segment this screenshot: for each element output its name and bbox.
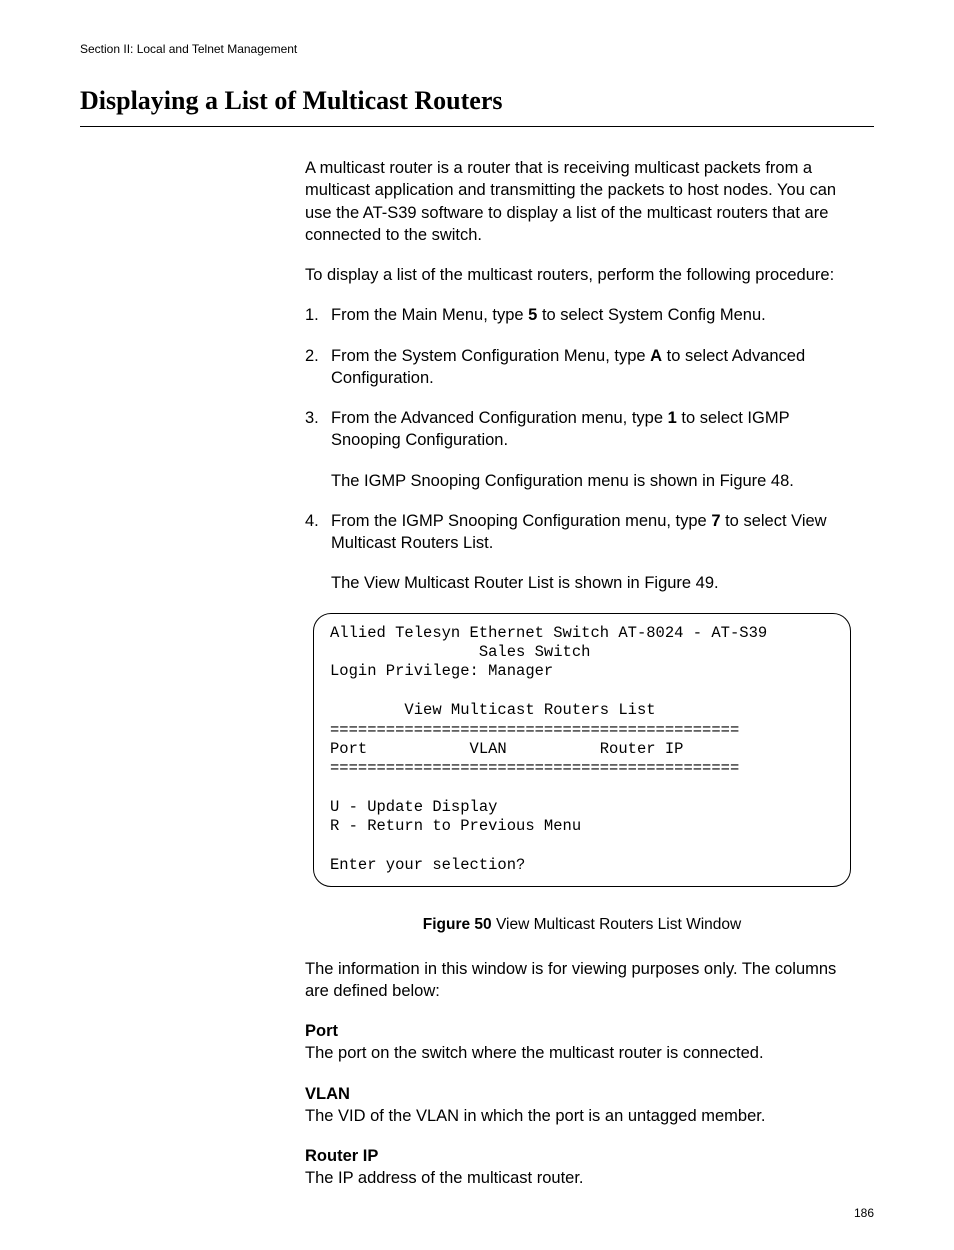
step-3: 3. From the Advanced Configuration menu,…: [305, 407, 859, 492]
title-rule: [80, 126, 874, 127]
main-content: A multicast router is a router that is r…: [305, 157, 859, 1190]
page-title: Displaying a List of Multicast Routers: [80, 86, 874, 120]
post-figure-paragraph: The information in this window is for vi…: [305, 958, 859, 1003]
document-page: Section II: Local and Telnet Management …: [0, 0, 954, 1250]
step-text: From the Advanced Configuration menu, ty…: [331, 407, 859, 452]
procedure-intro: To display a list of the multicast route…: [305, 264, 859, 286]
step-1: 1. From the Main Menu, type 5 to select …: [305, 304, 859, 326]
procedure-steps: 1. From the Main Menu, type 5 to select …: [305, 304, 859, 594]
definition-term: Router IP: [305, 1145, 859, 1167]
definition-description: The port on the switch where the multica…: [305, 1042, 859, 1064]
step-text: From the Main Menu, type 5 to select Sys…: [331, 304, 859, 326]
definition-port: Port The port on the switch where the mu…: [305, 1020, 859, 1065]
figure-title: View Multicast Routers List Window: [492, 916, 742, 933]
definition-term: Port: [305, 1020, 859, 1042]
figure-caption: Figure 50 View Multicast Routers List Wi…: [305, 915, 859, 936]
page-number: 186: [854, 1206, 874, 1220]
intro-paragraph: A multicast router is a router that is r…: [305, 157, 859, 246]
terminal-output: Allied Telesyn Ethernet Switch AT-8024 -…: [313, 613, 851, 887]
definition-term: VLAN: [305, 1083, 859, 1105]
step-number: 1.: [305, 304, 319, 326]
step-text: From the IGMP Snooping Configuration men…: [331, 510, 859, 555]
definition-description: The IP address of the multicast router.: [305, 1167, 859, 1189]
definition-vlan: VLAN The VID of the VLAN in which the po…: [305, 1083, 859, 1128]
figure-label: Figure 50: [423, 916, 492, 933]
definition-router-ip: Router IP The IP address of the multicas…: [305, 1145, 859, 1190]
step-number: 4.: [305, 510, 319, 532]
section-header: Section II: Local and Telnet Management: [80, 42, 874, 56]
step-4: 4. From the IGMP Snooping Configuration …: [305, 510, 859, 595]
step-2: 2. From the System Configuration Menu, t…: [305, 345, 859, 390]
definition-description: The VID of the VLAN in which the port is…: [305, 1105, 859, 1127]
step-number: 2.: [305, 345, 319, 367]
step-number: 3.: [305, 407, 319, 429]
step-note: The IGMP Snooping Configuration menu is …: [331, 470, 859, 492]
step-text: From the System Configuration Menu, type…: [331, 345, 859, 390]
step-note: The View Multicast Router List is shown …: [331, 572, 859, 594]
